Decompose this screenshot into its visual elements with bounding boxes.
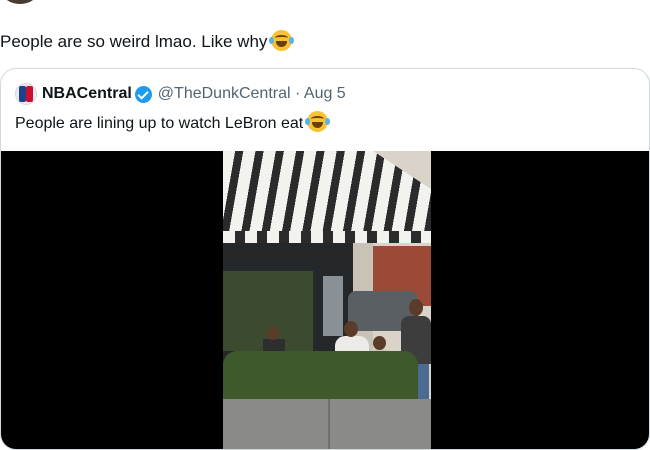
quoted-post-card[interactable]: NBACentral @TheDunkCentral · Aug 5 Peopl… <box>0 68 650 450</box>
quoted-post-date: Aug 5 <box>303 85 346 102</box>
quoted-author-name[interactable]: NBACentral <box>42 85 132 103</box>
post-text: People are so weird lmao. Like why <box>0 30 295 53</box>
tears-of-joy-emoji-icon <box>269 30 295 51</box>
author-avatar[interactable] <box>2 0 38 4</box>
nbacentral-avatar[interactable] <box>15 83 37 105</box>
stone-planter <box>223 399 431 449</box>
verified-badge-icon <box>134 85 152 103</box>
quoted-post-header: NBACentral @TheDunkCentral · Aug 5 <box>15 83 346 105</box>
front-hedge <box>223 351 418 403</box>
diner-head <box>267 327 279 340</box>
quoted-post-text-content: People are lining up to watch LeBron eat <box>15 115 304 132</box>
quoted-post-video[interactable] <box>1 151 649 449</box>
video-frame[interactable] <box>223 151 431 449</box>
seated-companion-head <box>373 336 386 350</box>
awning-fringe <box>223 231 431 243</box>
quoted-post-text: People are lining up to watch LeBron eat <box>15 111 331 135</box>
quoted-author-handle[interactable]: @TheDunkCentral · Aug 5 <box>158 85 346 103</box>
restaurant-window <box>323 276 343 336</box>
security-guard-head <box>409 299 423 316</box>
seated-person-head <box>344 321 358 337</box>
tears-of-joy-emoji-icon <box>305 111 331 132</box>
post-text-content: People are so weird lmao. Like why <box>0 32 268 51</box>
